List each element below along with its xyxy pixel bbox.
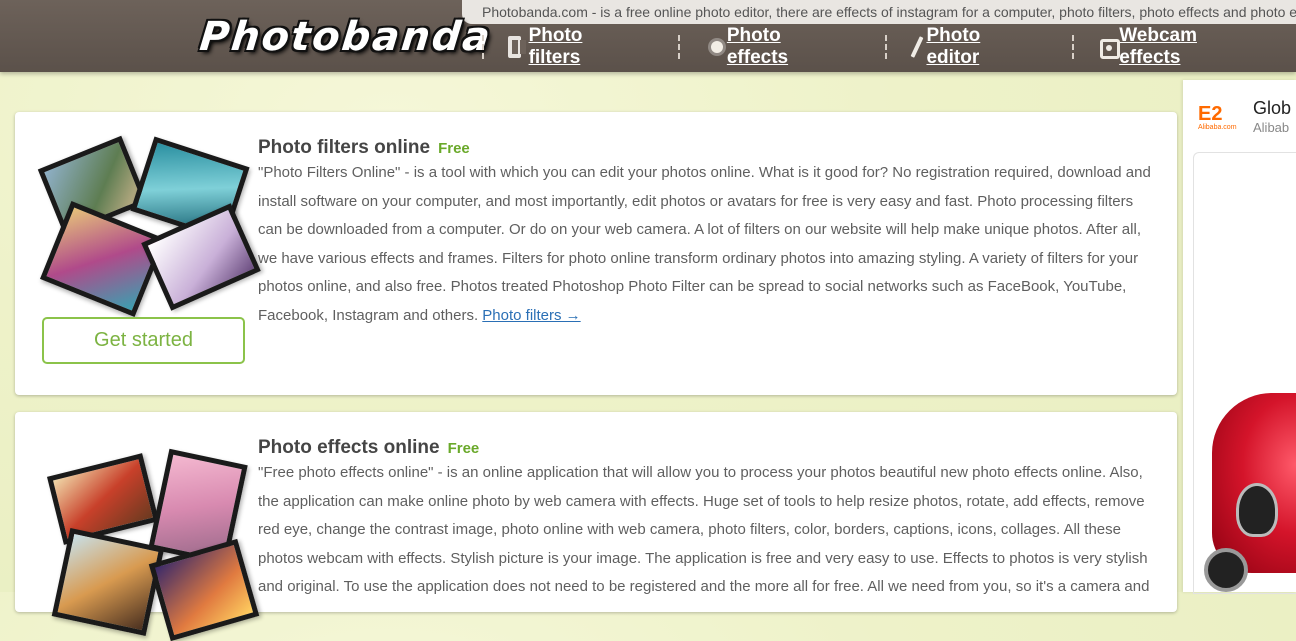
pencil-icon xyxy=(906,36,918,58)
collage-photo xyxy=(148,538,260,641)
bulb-icon xyxy=(706,36,723,58)
card-title-text: Photo effects online xyxy=(258,437,440,458)
collage-photo xyxy=(46,453,160,545)
film-icon xyxy=(508,36,526,58)
alibaba-mark: E2 xyxy=(1198,103,1223,125)
card-title: Photo effects online Free xyxy=(258,437,479,459)
card-description: "Photo Filters Online" - is a tool with … xyxy=(258,159,1158,330)
free-badge: Free xyxy=(438,140,470,157)
nav-separator xyxy=(678,35,680,59)
tagline-bar: Photobanda.com - is a free online photo … xyxy=(462,0,1296,24)
card-title: Photo filters online Free xyxy=(258,137,470,159)
tagline-text: Photobanda.com - is a free online photo … xyxy=(482,4,1296,20)
nav-label: Photo effects xyxy=(726,25,789,68)
photo-effects-collage[interactable] xyxy=(40,432,260,641)
site-logo[interactable]: Photobanda xyxy=(198,14,494,60)
nav-label: Webcam effects xyxy=(1119,25,1197,68)
car-grille xyxy=(1236,483,1278,537)
photo-filters-card: Get started Photo filters online Free "Ph… xyxy=(15,112,1177,395)
nav-label: Photo editor xyxy=(926,25,981,68)
sidebar-ad[interactable]: E2 Alibaba.com Glob Alibab xyxy=(1183,80,1296,594)
photo-filters-link[interactable]: Photo filters → xyxy=(482,307,580,324)
card-description: "Free photo effects online" - is an onli… xyxy=(258,459,1158,602)
nav-photo-effects[interactable]: Photo effects xyxy=(706,25,797,68)
webcam-icon xyxy=(1098,36,1121,59)
nav-photo-filters[interactable]: Photo filters xyxy=(508,25,592,68)
free-badge: Free xyxy=(447,440,480,457)
photo-filters-collage[interactable] xyxy=(37,132,261,318)
nav-label: Photo filters xyxy=(528,25,583,68)
nav-separator xyxy=(885,35,887,59)
photo-effects-card: Photo effects online Free "Free photo eff… xyxy=(15,412,1177,641)
nav-photo-editor[interactable]: Photo editor xyxy=(906,25,990,68)
alibaba-brand: Alibaba.com xyxy=(1198,124,1237,131)
get-started-button[interactable]: Get started xyxy=(42,317,245,364)
ad-image[interactable] xyxy=(1193,152,1296,594)
car-wheel xyxy=(1204,548,1248,592)
nav-separator xyxy=(1072,35,1074,59)
ad-title: Glob xyxy=(1253,98,1292,118)
nav-separator xyxy=(482,35,484,59)
nav-webcam-effects[interactable]: Webcam effects xyxy=(1098,25,1206,68)
site-header: Photobanda.com - is a free online photo … xyxy=(0,0,1296,72)
alibaba-logo-icon: E2 Alibaba.com xyxy=(1198,104,1238,134)
card-description-text: "Photo Filters Online" - is a tool with … xyxy=(258,164,1151,324)
card-title-text: Photo filters online xyxy=(258,137,431,158)
card-description-text: "Free photo effects online" - is an onli… xyxy=(258,464,1150,595)
ad-subtitle: Alibab xyxy=(1253,120,1290,135)
collage-photo xyxy=(51,528,165,636)
